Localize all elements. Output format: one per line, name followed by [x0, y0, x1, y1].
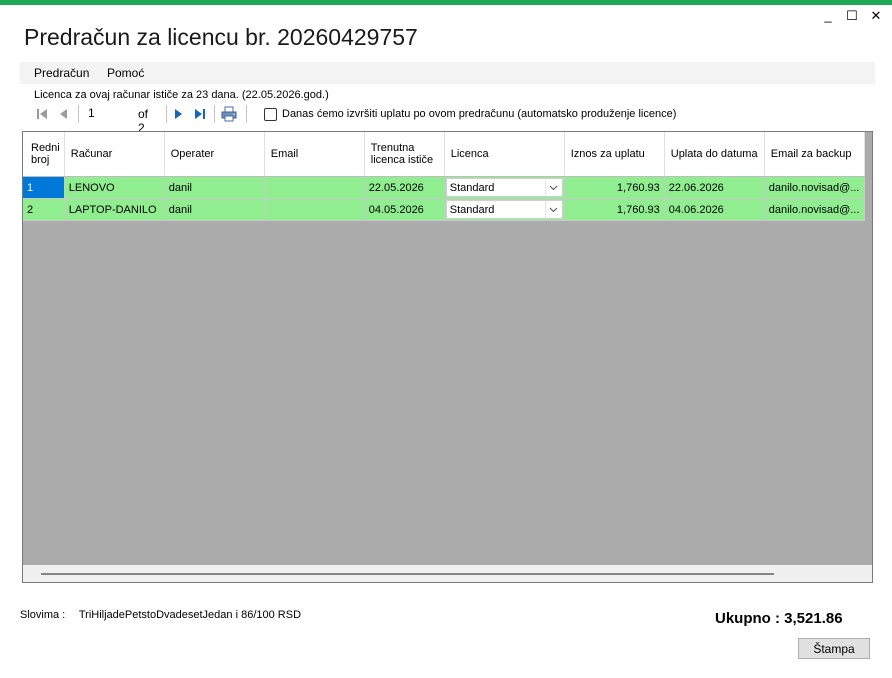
invoice-table: Redni broj Računar Operater Email Trenut… — [23, 132, 865, 221]
total-amount: Ukupno : 3,521.86 — [715, 610, 843, 627]
table-row[interactable]: 1 LENOVO danil 22.05.2026 Standard 1,760… — [23, 176, 865, 199]
toolbar-separator — [214, 105, 215, 123]
amount-in-words-value: TriHiljadePetstoDvadesetJedan i 86/100 R… — [78, 609, 302, 621]
column-header-pay-by[interactable]: Uplata do datuma — [664, 132, 765, 177]
cell-operator[interactable]: danil — [164, 176, 265, 199]
move-first-icon[interactable] — [34, 106, 50, 122]
table-row[interactable]: 2 LAPTOP-DANILO danil 04.05.2026 Standar… — [23, 198, 865, 221]
cell-backup-email[interactable]: danilo.novisad@... — [764, 176, 865, 199]
horizontal-scrollbar[interactable] — [23, 565, 872, 582]
amount-in-words-label: Slovima : — [20, 609, 66, 621]
auto-renew-label: Danas ćemo izvršiti uplatu po ovom predr… — [282, 108, 677, 120]
window-title: Predračun za licencu br. 20260429757 — [24, 24, 418, 50]
maximize-button[interactable]: ☐ — [842, 8, 862, 24]
move-next-icon[interactable] — [170, 106, 186, 122]
auto-renew-checkbox[interactable] — [264, 108, 277, 121]
column-header-license[interactable]: Licenca — [444, 132, 565, 177]
column-header-expires[interactable]: Trenutna licenca ističe — [364, 132, 445, 177]
window-accent-bar — [0, 0, 892, 5]
toolbar-separator — [246, 105, 247, 123]
chevron-down-icon[interactable] — [544, 201, 562, 218]
position-input[interactable] — [84, 104, 136, 122]
column-header-operator[interactable]: Operater — [164, 132, 265, 177]
license-select-value: Standard — [449, 182, 495, 194]
close-button[interactable]: ✕ — [866, 8, 886, 24]
cell-no[interactable]: 1 — [23, 176, 65, 199]
amount-in-words: Slovima : TriHiljadePetstoDvadesetJedan … — [20, 609, 301, 621]
cell-backup-email[interactable]: danilo.novisad@... — [764, 198, 865, 221]
cell-email[interactable] — [264, 198, 365, 221]
menu-item-pomoc[interactable]: Pomoć — [107, 66, 144, 80]
cell-expires[interactable]: 22.05.2026 — [364, 176, 445, 199]
cell-email[interactable] — [264, 176, 365, 199]
cell-computer[interactable]: LENOVO — [64, 176, 165, 199]
toolbar-separator — [78, 105, 79, 123]
license-select-value: Standard — [449, 204, 495, 216]
printer-icon[interactable] — [221, 106, 237, 122]
menu-bar: Predračun Pomoć — [20, 62, 875, 84]
cell-license[interactable]: Standard — [444, 198, 565, 221]
license-select[interactable]: Standard — [445, 178, 563, 197]
license-select[interactable]: Standard — [445, 200, 563, 219]
grid-header-row: Redni broj Računar Operater Email Trenut… — [23, 132, 865, 177]
cell-pay-by[interactable]: 04.06.2026 — [664, 198, 765, 221]
column-header-amount[interactable]: Iznos za uplatu — [564, 132, 665, 177]
column-header-no[interactable]: Redni broj — [23, 132, 65, 177]
move-previous-icon[interactable] — [56, 106, 72, 122]
chevron-down-icon[interactable] — [544, 179, 562, 196]
cell-amount[interactable]: 1,760.93 — [564, 198, 665, 221]
cell-amount[interactable]: 1,760.93 — [564, 176, 665, 199]
cell-license[interactable]: Standard — [444, 176, 565, 199]
move-last-icon[interactable] — [192, 106, 208, 122]
cell-computer[interactable]: LAPTOP-DANILO — [64, 198, 165, 221]
toolbar-separator — [166, 105, 167, 123]
menu-item-predracun[interactable]: Predračun — [34, 66, 89, 80]
cell-pay-by[interactable]: 22.06.2026 — [664, 176, 765, 199]
column-header-backup-email[interactable]: Email za backup — [764, 132, 865, 177]
print-button[interactable]: Štampa — [798, 638, 870, 659]
column-header-computer[interactable]: Računar — [64, 132, 165, 177]
minimize-button[interactable]: _ — [818, 8, 838, 23]
license-info-text: Licenca za ovaj računar ističe za 23 dan… — [34, 89, 329, 101]
cell-expires[interactable]: 04.05.2026 — [364, 198, 445, 221]
column-header-email[interactable]: Email — [264, 132, 365, 177]
invoice-grid: Redni broj Računar Operater Email Trenut… — [22, 131, 873, 583]
cell-operator[interactable]: danil — [164, 198, 265, 221]
scrollbar-thumb[interactable] — [41, 573, 774, 575]
cell-no[interactable]: 2 — [23, 198, 65, 221]
